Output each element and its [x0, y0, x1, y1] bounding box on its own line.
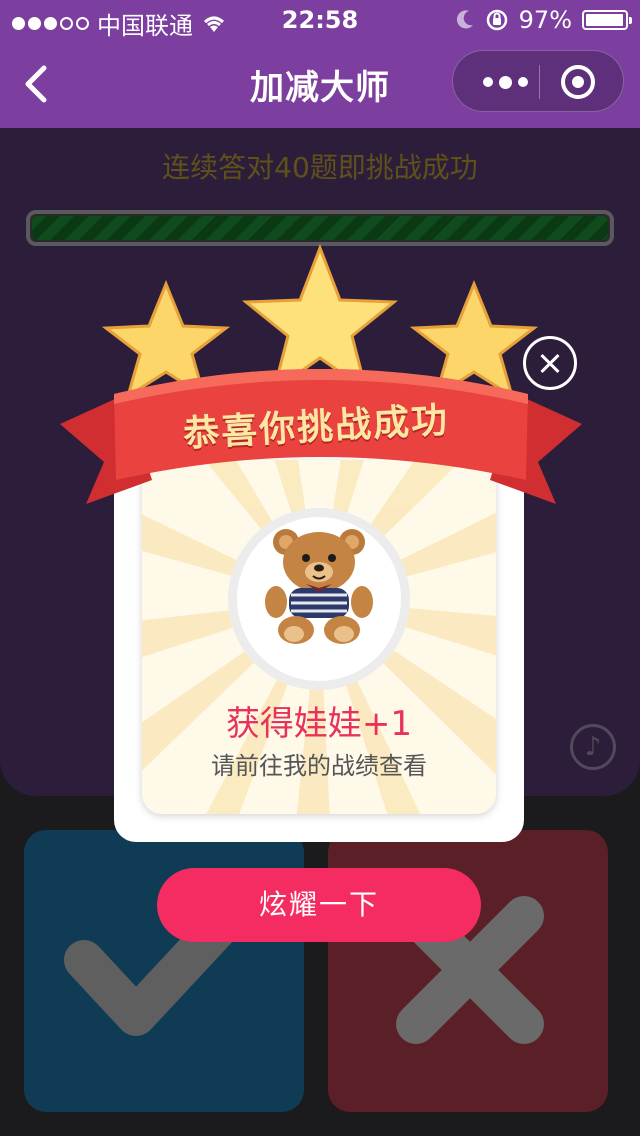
status-bar: 中国联通 22:58 97% — [0, 0, 640, 40]
rotation-lock-icon — [486, 9, 507, 31]
nav-bar: 加减大师 — [0, 40, 640, 128]
close-icon[interactable] — [523, 336, 577, 390]
more-dots-icon[interactable] — [475, 67, 535, 97]
goal-text: 连续答对40题即挑战成功 — [162, 151, 478, 184]
status-right: 97% — [455, 6, 632, 34]
target-icon[interactable] — [561, 65, 595, 99]
star-icon — [241, 244, 399, 394]
stars-ribbon-banner — [60, 244, 582, 504]
battery-icon — [582, 10, 632, 30]
prize-title: 获得娃娃+1 — [225, 704, 413, 744]
music-note-icon[interactable]: ♪ — [570, 724, 616, 770]
share-button[interactable]: 炫耀一下 — [157, 868, 481, 942]
progress-fill — [32, 216, 608, 240]
mini-program-capsule — [452, 50, 624, 112]
prize-subtitle: 请前往我的战绩查看 — [211, 752, 427, 780]
capsule-divider — [539, 65, 540, 99]
teddy-bear-image — [265, 529, 373, 644]
progress-bar — [26, 210, 614, 246]
battery-percent: 97% — [518, 6, 572, 34]
moon-icon — [456, 10, 473, 29]
